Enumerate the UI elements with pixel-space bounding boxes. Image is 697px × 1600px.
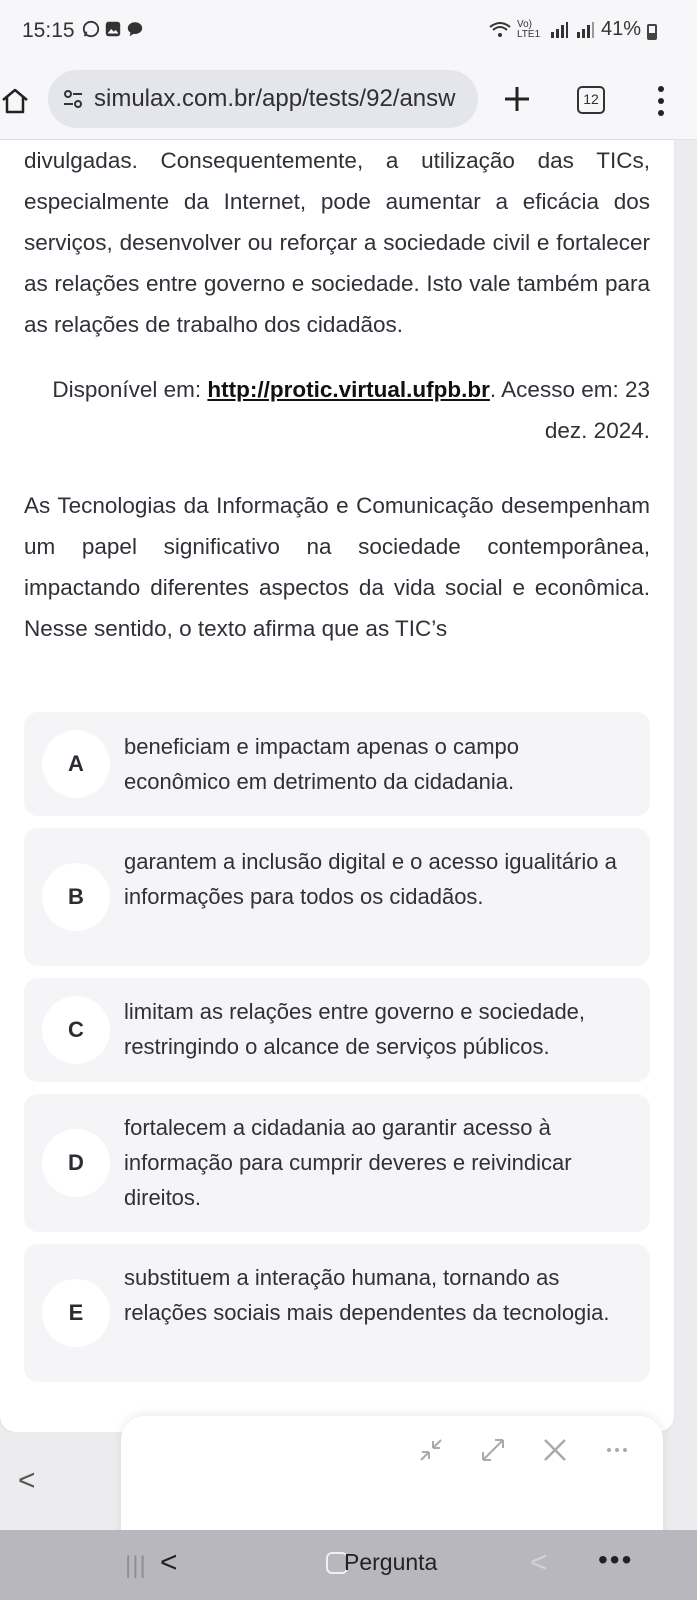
option-text: substituem a interação humana, tornando … <box>124 1265 610 1325</box>
new-tab-icon[interactable] <box>502 84 532 114</box>
battery-icon <box>647 24 657 40</box>
source-link[interactable]: http://protic.virtual.ufpb.br <box>207 377 489 402</box>
close-icon[interactable] <box>539 1434 571 1466</box>
whatsapp-icon <box>82 20 100 38</box>
minimize-icon[interactable] <box>415 1434 447 1466</box>
panel-controls <box>415 1434 633 1466</box>
navigation-bar: ||| < Pergunta < ••• <box>0 1530 697 1600</box>
status-right-group: Vo) LTE1 41% <box>489 18 641 41</box>
gallery-icon <box>105 21 121 37</box>
notification-icons <box>82 20 144 38</box>
tab-count-button[interactable]: 12 <box>577 86 605 114</box>
option-c[interactable]: C limitam as relações entre governo e so… <box>24 978 650 1082</box>
more-options-icon[interactable] <box>601 1434 633 1466</box>
status-time: 15:15 <box>22 19 75 42</box>
passage-text: divulgadas. Consequentemente, a utilizaç… <box>24 148 650 337</box>
expand-icon[interactable] <box>477 1434 509 1466</box>
option-text: beneficiam e impactam apenas o campo eco… <box>124 734 519 794</box>
nav-label[interactable]: Pergunta <box>344 1549 437 1576</box>
nav-previous-icon[interactable]: < <box>530 1546 548 1580</box>
option-text: limitam as relações entre governo e soci… <box>124 999 586 1059</box>
option-text: garantem a inclusão digital e o acesso i… <box>124 849 617 909</box>
nav-back-icon[interactable]: < <box>160 1546 178 1580</box>
page-back-icon[interactable]: < <box>18 1464 36 1498</box>
source-suffix: . Acesso em: 23 dez. 2024. <box>489 377 650 443</box>
option-letter: B <box>42 863 110 931</box>
address-bar[interactable]: simulax.com.br/app/tests/92/answ <box>48 70 478 128</box>
nav-more-icon[interactable]: ••• <box>598 1544 633 1576</box>
question-stem: As Tecnologias da Informação e Comunicaç… <box>24 493 650 641</box>
network-label: Vo) LTE1 <box>516 18 541 40</box>
source-prefix: Disponível em: <box>52 377 208 402</box>
site-settings-icon[interactable] <box>62 88 84 110</box>
option-text: fortalecem a cidadania ao garantir acess… <box>124 1115 572 1210</box>
option-b[interactable]: B garantem a inclusão digital e o acesso… <box>24 828 650 966</box>
battery-percent: 41% <box>600 18 641 40</box>
option-a[interactable]: A beneficiam e impactam apenas o campo e… <box>24 712 650 816</box>
more-menu-icon[interactable] <box>651 84 671 118</box>
option-letter: A <box>42 730 110 798</box>
home-icon[interactable] <box>0 86 30 116</box>
source-citation: Disponível em: http://protic.virtual.ufp… <box>24 369 650 451</box>
signal-icon-2 <box>576 21 594 38</box>
browser-toolbar: simulax.com.br/app/tests/92/answ 12 <box>0 62 697 140</box>
recents-icon[interactable]: ||| <box>125 1552 147 1580</box>
url-text[interactable]: simulax.com.br/app/tests/92/answ <box>94 85 474 113</box>
option-d[interactable]: D fortalecem a cidadania ao garantir ace… <box>24 1094 650 1232</box>
option-letter: D <box>42 1129 110 1197</box>
question-card: divulgadas. Consequentemente, a utilizaç… <box>0 140 674 1432</box>
chat-icon <box>127 22 143 37</box>
signal-icon <box>550 21 568 38</box>
option-letter: C <box>42 996 110 1064</box>
wifi-icon <box>489 21 511 37</box>
option-letter: E <box>42 1279 110 1347</box>
status-bar: 15:15 Vo) LTE1 41% <box>0 0 697 62</box>
option-e[interactable]: E substituem a interação humana, tornand… <box>24 1244 650 1382</box>
